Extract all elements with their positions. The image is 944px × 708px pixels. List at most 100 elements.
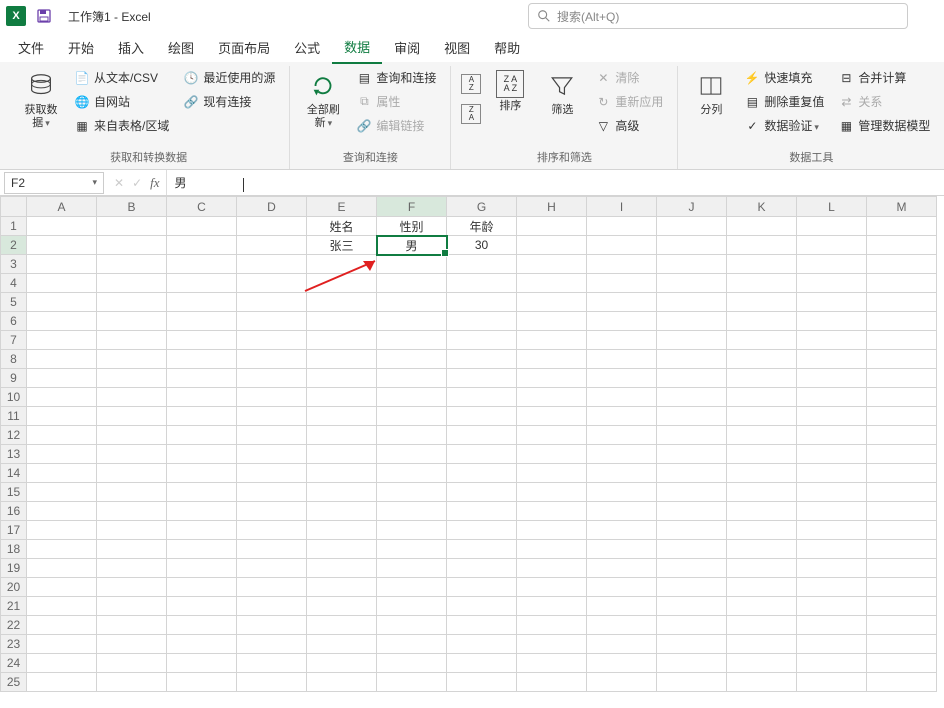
cell-M8[interactable]	[867, 350, 937, 369]
cell-I4[interactable]	[587, 274, 657, 293]
cell-K1[interactable]	[727, 217, 797, 236]
save-icon[interactable]	[34, 6, 54, 26]
reapply-button[interactable]: ↻重新应用	[589, 90, 669, 113]
cell-I19[interactable]	[587, 559, 657, 578]
cell-D11[interactable]	[237, 407, 307, 426]
cell-B2[interactable]	[97, 236, 167, 255]
cell-K25[interactable]	[727, 673, 797, 692]
cell-D21[interactable]	[237, 597, 307, 616]
cell-C5[interactable]	[167, 293, 237, 312]
cell-E13[interactable]	[307, 445, 377, 464]
cell-M21[interactable]	[867, 597, 937, 616]
cell-H12[interactable]	[517, 426, 587, 445]
cell-L3[interactable]	[797, 255, 867, 274]
cell-D16[interactable]	[237, 502, 307, 521]
cell-G7[interactable]	[447, 331, 517, 350]
cell-I8[interactable]	[587, 350, 657, 369]
row-header-14[interactable]: 14	[1, 464, 27, 483]
cell-H6[interactable]	[517, 312, 587, 331]
select-all-corner[interactable]	[1, 197, 27, 217]
cell-B1[interactable]	[97, 217, 167, 236]
cell-D1[interactable]	[237, 217, 307, 236]
search-input[interactable]: 搜索(Alt+Q)	[528, 3, 908, 29]
cell-L4[interactable]	[797, 274, 867, 293]
cell-M24[interactable]	[867, 654, 937, 673]
cell-M6[interactable]	[867, 312, 937, 331]
cell-G25[interactable]	[447, 673, 517, 692]
cell-J25[interactable]	[657, 673, 727, 692]
cell-M15[interactable]	[867, 483, 937, 502]
cell-G24[interactable]	[447, 654, 517, 673]
col-header-D[interactable]: D	[237, 197, 307, 217]
cell-A18[interactable]	[27, 540, 97, 559]
row-header-8[interactable]: 8	[1, 350, 27, 369]
from-text-csv-button[interactable]: 📄从文本/CSV	[68, 66, 175, 89]
cell-L24[interactable]	[797, 654, 867, 673]
cell-B22[interactable]	[97, 616, 167, 635]
cell-G8[interactable]	[447, 350, 517, 369]
cell-F4[interactable]	[377, 274, 447, 293]
cell-K7[interactable]	[727, 331, 797, 350]
tab-view[interactable]: 视图	[432, 32, 482, 63]
cell-K23[interactable]	[727, 635, 797, 654]
cell-G3[interactable]	[447, 255, 517, 274]
cell-M25[interactable]	[867, 673, 937, 692]
cell-F1[interactable]: 性别	[377, 217, 447, 236]
get-data-button[interactable]: 获取数据	[16, 66, 66, 134]
cell-D25[interactable]	[237, 673, 307, 692]
cell-K10[interactable]	[727, 388, 797, 407]
cell-E24[interactable]	[307, 654, 377, 673]
row-header-4[interactable]: 4	[1, 274, 27, 293]
cell-H24[interactable]	[517, 654, 587, 673]
cell-A8[interactable]	[27, 350, 97, 369]
cell-H15[interactable]	[517, 483, 587, 502]
cell-K17[interactable]	[727, 521, 797, 540]
cell-F18[interactable]	[377, 540, 447, 559]
cell-D13[interactable]	[237, 445, 307, 464]
manage-data-model-button[interactable]: ▦管理数据模型	[832, 114, 936, 137]
cell-J19[interactable]	[657, 559, 727, 578]
cell-C12[interactable]	[167, 426, 237, 445]
cell-C7[interactable]	[167, 331, 237, 350]
cell-E14[interactable]	[307, 464, 377, 483]
cell-G19[interactable]	[447, 559, 517, 578]
cell-M14[interactable]	[867, 464, 937, 483]
cell-E11[interactable]	[307, 407, 377, 426]
cell-J3[interactable]	[657, 255, 727, 274]
cell-G14[interactable]	[447, 464, 517, 483]
cell-J11[interactable]	[657, 407, 727, 426]
cell-J9[interactable]	[657, 369, 727, 388]
cell-G1[interactable]: 年龄	[447, 217, 517, 236]
cell-F2[interactable]: 男	[377, 236, 447, 255]
cell-H3[interactable]	[517, 255, 587, 274]
cell-H14[interactable]	[517, 464, 587, 483]
cell-M16[interactable]	[867, 502, 937, 521]
cell-M18[interactable]	[867, 540, 937, 559]
cell-B6[interactable]	[97, 312, 167, 331]
cell-H11[interactable]	[517, 407, 587, 426]
row-header-16[interactable]: 16	[1, 502, 27, 521]
cell-C14[interactable]	[167, 464, 237, 483]
cell-L2[interactable]	[797, 236, 867, 255]
cell-A20[interactable]	[27, 578, 97, 597]
cell-F19[interactable]	[377, 559, 447, 578]
tab-draw[interactable]: 绘图	[156, 32, 206, 63]
cell-J20[interactable]	[657, 578, 727, 597]
cell-C17[interactable]	[167, 521, 237, 540]
cell-C25[interactable]	[167, 673, 237, 692]
cell-I2[interactable]	[587, 236, 657, 255]
cell-C10[interactable]	[167, 388, 237, 407]
cell-B8[interactable]	[97, 350, 167, 369]
cell-F23[interactable]	[377, 635, 447, 654]
cell-B21[interactable]	[97, 597, 167, 616]
cell-G10[interactable]	[447, 388, 517, 407]
cell-M19[interactable]	[867, 559, 937, 578]
cell-A13[interactable]	[27, 445, 97, 464]
cell-A3[interactable]	[27, 255, 97, 274]
consolidate-button[interactable]: ⊟合并计算	[832, 66, 936, 89]
row-header-5[interactable]: 5	[1, 293, 27, 312]
cell-H8[interactable]	[517, 350, 587, 369]
tab-home[interactable]: 开始	[56, 32, 106, 63]
cell-A2[interactable]	[27, 236, 97, 255]
cell-M7[interactable]	[867, 331, 937, 350]
